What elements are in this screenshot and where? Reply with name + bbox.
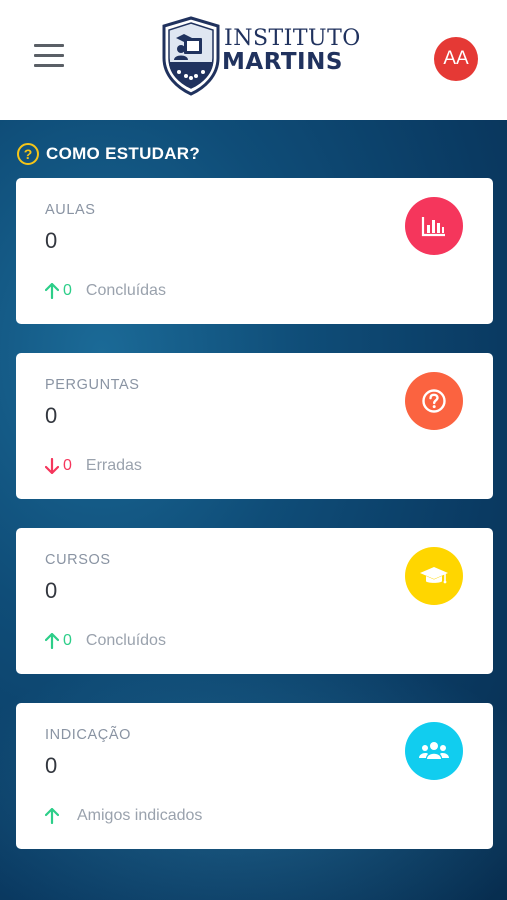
card-value: 0 — [45, 403, 58, 428]
how-to-study-link[interactable]: ? COMO ESTUDAR? — [17, 142, 200, 166]
card-indicacao[interactable]: INDICAÇÃO 0 Amigos indicados — [16, 703, 493, 849]
trend-text: Concluídas — [85, 282, 166, 299]
card-footer: 0 Concluídos — [45, 632, 166, 650]
users-icon — [405, 722, 463, 780]
trend-text: Concluídos — [85, 632, 166, 649]
arrow-up-icon — [45, 283, 59, 299]
trend-value: 0 — [63, 282, 72, 299]
card-footer: 0 Concluídas — [45, 282, 166, 300]
section-title: COMO ESTUDAR? — [46, 144, 201, 163]
app-header: INSTITUTO MARTINS AA — [0, 0, 507, 120]
user-avatar[interactable]: AA — [434, 37, 478, 81]
hamburger-menu-icon[interactable] — [34, 44, 66, 72]
logo-text-martins: MARTINS — [222, 49, 343, 75]
logo-text-instituto: INSTITUTO — [224, 26, 361, 51]
card-footer: 0 Erradas — [45, 457, 142, 475]
arrow-down-icon — [45, 458, 59, 474]
card-perguntas[interactable]: PERGUNTAS 0 0 Erradas — [16, 353, 493, 499]
trend-value: 0 — [63, 457, 72, 474]
shield-logo-icon — [162, 16, 220, 96]
card-label: INDICAÇÃO — [45, 727, 131, 743]
card-value: 0 — [45, 578, 58, 603]
card-footer: Amigos indicados — [45, 807, 202, 825]
chart-bar-icon — [405, 197, 463, 255]
trend-text: Erradas — [85, 457, 142, 474]
card-cursos[interactable]: CURSOS 0 0 Concluídos — [16, 528, 493, 674]
dashboard-content: ? COMO ESTUDAR? AULAS 0 0 Concluídas PER… — [0, 120, 507, 900]
card-label: CURSOS — [45, 552, 111, 568]
question-circle-icon — [405, 372, 463, 430]
arrow-up-icon — [45, 808, 59, 824]
arrow-up-icon — [45, 633, 59, 649]
card-value: 0 — [45, 228, 58, 253]
card-value: 0 — [45, 753, 58, 778]
question-circle-icon: ? — [17, 143, 39, 165]
institute-logo[interactable]: INSTITUTO MARTINS — [160, 16, 360, 98]
card-label: PERGUNTAS — [45, 377, 140, 393]
card-label: AULAS — [45, 202, 96, 218]
trend-text: Amigos indicados — [77, 807, 203, 824]
card-aulas[interactable]: AULAS 0 0 Concluídas — [16, 178, 493, 324]
graduation-cap-icon — [405, 547, 463, 605]
trend-value: 0 — [63, 632, 72, 649]
